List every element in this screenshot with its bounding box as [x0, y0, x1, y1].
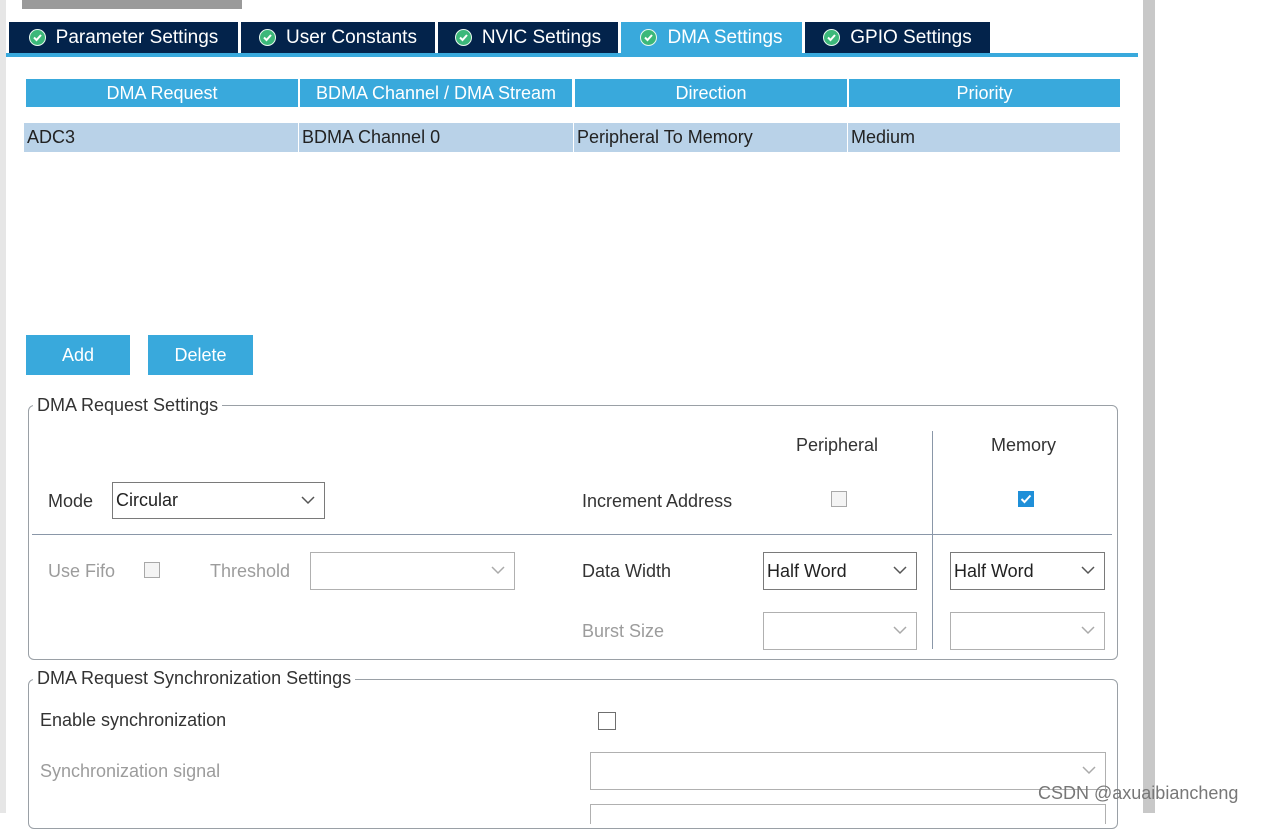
delete-button[interactable]: Delete — [148, 335, 253, 375]
column-header-direction[interactable]: Direction — [575, 79, 847, 107]
table-cell-request[interactable]: ADC3 — [24, 123, 298, 152]
tab-underline — [6, 53, 1138, 57]
tab-parameter-settings[interactable]: Parameter Settings — [9, 22, 238, 53]
data-width-peripheral-value: Half Word — [767, 560, 847, 581]
chevron-down-icon — [1081, 626, 1095, 635]
column-header-dma-request[interactable]: DMA Request — [26, 79, 298, 107]
mode-label: Mode — [48, 491, 94, 511]
left-edge — [0, 0, 6, 813]
data-width-label: Data Width — [582, 561, 672, 581]
column-divider — [932, 431, 933, 649]
mode-value: Circular — [116, 490, 179, 510]
tab-label: NVIC Settings — [481, 26, 602, 48]
column-header-channel[interactable]: BDMA Channel / DMA Stream — [300, 79, 572, 107]
enable-sync-checkbox[interactable] — [598, 712, 616, 730]
tab-dma-settings[interactable]: DMA Settings — [621, 22, 802, 53]
table-cell-channel[interactable]: BDMA Channel 0 — [298, 123, 573, 152]
tab-label: Parameter Settings — [55, 26, 219, 48]
increment-memory-checkbox[interactable] — [1018, 491, 1034, 507]
burst-size-label: Burst Size — [582, 621, 665, 641]
sync-signal-select[interactable] — [590, 752, 1106, 790]
use-fifo-checkbox[interactable] — [144, 562, 160, 578]
top-strip — [22, 0, 242, 9]
data-width-peripheral-select[interactable]: Half Word — [763, 552, 917, 590]
table-cell-direction[interactable]: Peripheral To Memory — [573, 123, 847, 152]
sync-signal-label: Synchronization signal — [40, 761, 221, 781]
check-circle-icon — [823, 29, 841, 46]
column-header-priority[interactable]: Priority — [849, 79, 1120, 107]
peripheral-header: Peripheral — [796, 435, 879, 455]
dma-request-settings-legend: DMA Request Settings — [33, 395, 223, 416]
data-width-memory-select[interactable]: Half Word — [950, 552, 1105, 590]
chevron-down-icon — [893, 626, 907, 635]
add-button[interactable]: Add — [26, 335, 130, 375]
increment-peripheral-checkbox[interactable] — [831, 491, 847, 507]
row-divider — [32, 534, 1112, 535]
tab-user-constants[interactable]: User Constants — [241, 22, 435, 53]
check-circle-icon — [28, 29, 46, 46]
chevron-down-icon — [1082, 766, 1096, 775]
tab-label: GPIO Settings — [850, 26, 972, 48]
enable-sync-label: Enable synchronization — [40, 710, 227, 730]
checkmark-icon — [1020, 494, 1032, 504]
tab-nvic-settings[interactable]: NVIC Settings — [438, 22, 618, 53]
tab-gpio-settings[interactable]: GPIO Settings — [805, 22, 990, 53]
tab-label: DMA Settings — [667, 26, 783, 48]
chevron-down-icon — [1081, 566, 1095, 575]
threshold-select[interactable] — [310, 552, 515, 590]
dma-sync-settings-legend: DMA Request Synchronization Settings — [33, 668, 356, 689]
threshold-label: Threshold — [210, 561, 291, 581]
check-circle-icon — [454, 29, 472, 46]
tab-label: User Constants — [286, 26, 417, 48]
chevron-down-icon — [301, 495, 315, 504]
use-fifo-label: Use Fifo — [48, 561, 116, 581]
check-circle-icon — [640, 29, 658, 46]
data-width-memory-value: Half Word — [954, 560, 1034, 581]
mode-select[interactable]: Circular — [112, 482, 325, 519]
chevron-down-icon — [893, 566, 907, 575]
chevron-down-icon — [491, 566, 505, 575]
vertical-scrollbar[interactable] — [1143, 0, 1155, 813]
check-circle-icon — [259, 29, 277, 46]
table-cell-priority[interactable]: Medium — [847, 123, 1120, 152]
increment-address-label: Increment Address — [582, 491, 733, 511]
memory-header: Memory — [991, 435, 1057, 455]
next-select-partial[interactable] — [590, 804, 1106, 824]
burst-size-peripheral-select[interactable] — [763, 612, 917, 650]
burst-size-memory-select[interactable] — [950, 612, 1105, 650]
watermark: CSDN @axuaibiancheng — [1038, 783, 1239, 803]
